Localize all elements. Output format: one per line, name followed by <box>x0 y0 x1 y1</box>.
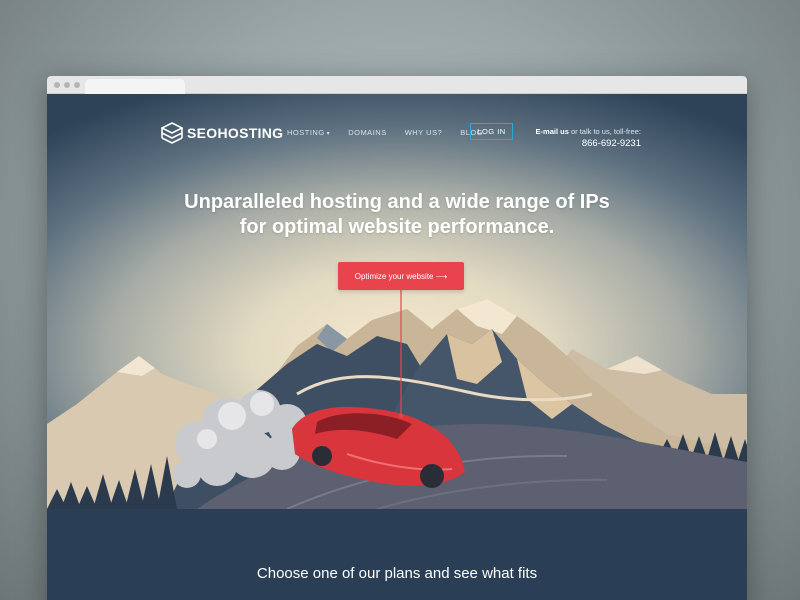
browser-tab[interactable] <box>85 79 185 95</box>
window-dot-icon[interactable] <box>64 82 70 88</box>
headline-line-1: Unparalleled hosting and a wide range of… <box>184 191 610 213</box>
caret-down-icon: ▾ <box>326 131 331 137</box>
nav-item-domains[interactable]: DOMAINS <box>348 128 387 137</box>
optimize-website-button[interactable]: Optimize your website ⟶ <box>338 262 464 290</box>
contact-line: E-mail us or talk to us, toll-free: <box>536 127 641 136</box>
phone-number[interactable]: 866-692-9231 <box>536 138 641 149</box>
window-dot-icon[interactable] <box>54 82 60 88</box>
brand-name: SEOHOSTING <box>187 125 284 141</box>
top-navigation: SEOHOSTING HOSTING ▾ DOMAINS WHY US? BLOG… <box>47 94 747 154</box>
brand-logo[interactable]: SEOHOSTING <box>161 122 283 144</box>
window-dot-icon[interactable] <box>74 82 80 88</box>
nav-item-why-us[interactable]: WHY US? <box>405 128 443 137</box>
nav-item-label: HOSTING <box>287 128 325 137</box>
email-us-link[interactable]: E-mail us <box>536 127 569 136</box>
headline-line-2: for optimal website performance. <box>239 216 555 238</box>
hero-headline: Unparalleled hosting and a wide range of… <box>47 190 747 240</box>
login-button[interactable]: LOG IN <box>470 123 513 140</box>
contact-text: or talk to us, toll-free: <box>568 127 641 136</box>
main-menu: HOSTING ▾ DOMAINS WHY US? BLOG <box>287 128 501 137</box>
landscape-illustration <box>47 290 747 509</box>
cube-stack-icon <box>161 122 183 144</box>
browser-chrome <box>47 76 747 95</box>
contact-info: E-mail us or talk to us, toll-free: 866-… <box>536 127 641 149</box>
hero-section: SEOHOSTING HOSTING ▾ DOMAINS WHY US? BLOG… <box>47 94 747 509</box>
browser-window: SEOHOSTING HOSTING ▾ DOMAINS WHY US? BLOG… <box>47 76 747 600</box>
plans-section-title: Choose one of our plans and see what fit… <box>256 565 538 582</box>
cta-pointer-dot <box>399 414 403 418</box>
plans-section: Choose one of our plans and see what fit… <box>47 509 747 600</box>
nav-item-hosting[interactable]: HOSTING ▾ <box>287 128 330 137</box>
